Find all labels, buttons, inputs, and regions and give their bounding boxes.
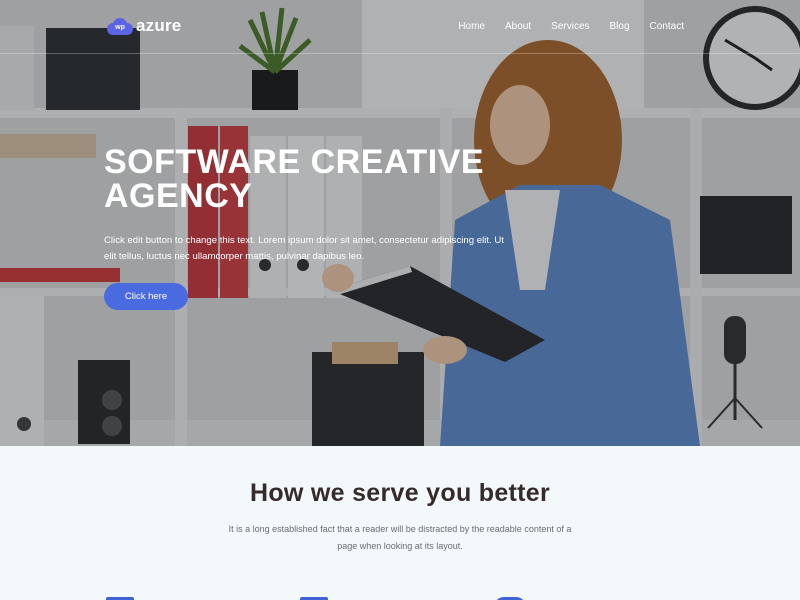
feature-item-2 (300, 593, 420, 600)
nav-services[interactable]: Services (551, 21, 589, 32)
nav-blog[interactable]: Blog (610, 21, 630, 32)
hero-cta-button[interactable]: Click here (104, 283, 188, 310)
hero-description: Click edit button to change this text. L… (104, 235, 504, 262)
nav-home[interactable]: Home (458, 21, 485, 32)
hero-section: wp azure Home About Services Blog Contac… (0, 0, 800, 446)
site-header: wp azure Home About Services Blog Contac… (0, 0, 800, 54)
logo-badge: wp (115, 24, 125, 31)
feature-item-3 (494, 593, 644, 600)
services-title: How we serve you better (249, 479, 551, 507)
header-divider (0, 53, 800, 54)
site-logo[interactable]: wp azure (107, 16, 181, 36)
logo-text: azure (136, 16, 182, 35)
main-nav: Home About Services Blog Contact (458, 21, 684, 32)
hero-content: SOFTWARE CREATIVE AGENCY Click edit butt… (104, 145, 514, 310)
cloud-logo-icon: wp (107, 17, 133, 35)
feature-item-1 (106, 593, 226, 600)
hero-title: SOFTWARE CREATIVE AGENCY (104, 143, 484, 215)
nav-about[interactable]: About (505, 21, 531, 32)
services-section: How we serve you better It is a long est… (0, 446, 800, 600)
services-subtitle: It is a long established fact that a rea… (228, 524, 572, 551)
nav-contact[interactable]: Contact (650, 21, 684, 32)
